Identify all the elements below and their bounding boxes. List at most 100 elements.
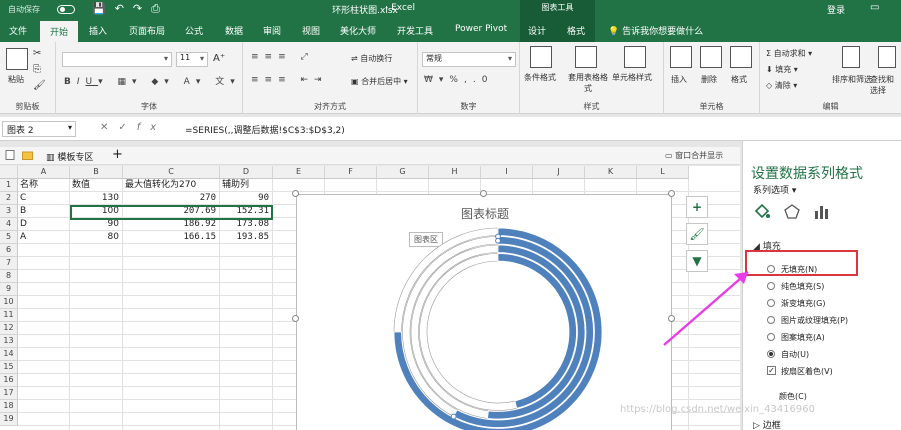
window-merge-button[interactable]: ▭ 窗口合并显示 bbox=[665, 150, 723, 161]
select-all-corner[interactable] bbox=[0, 166, 18, 179]
column-header-I[interactable]: I bbox=[481, 166, 533, 179]
table-cell[interactable]: 最大值转化为270 bbox=[125, 179, 218, 192]
fill-bucket-icon[interactable] bbox=[753, 203, 771, 221]
row-header-15[interactable]: 15 bbox=[0, 361, 18, 374]
name-box[interactable]: 图表 2 bbox=[2, 121, 76, 137]
radio-icon[interactable] bbox=[767, 282, 775, 290]
checkbox-icon[interactable]: ✓ bbox=[767, 366, 776, 375]
border-section-header[interactable]: ▷ 边框 bbox=[753, 418, 781, 430]
table-cell[interactable]: C bbox=[20, 192, 68, 205]
clear-button[interactable]: ◇ 清除 ▾ bbox=[766, 80, 797, 91]
radio-icon[interactable] bbox=[767, 299, 775, 307]
column-header-B[interactable]: B bbox=[70, 166, 123, 179]
number-format-buttons[interactable]: ₩▾%,.0 bbox=[424, 75, 493, 85]
row-header-9[interactable]: 9 bbox=[0, 283, 18, 296]
table-cell[interactable]: 80 bbox=[72, 231, 121, 244]
add-workbook-icon[interactable]: + bbox=[112, 147, 123, 162]
column-header-F[interactable]: F bbox=[325, 166, 377, 179]
copy-icon[interactable]: ⎘ bbox=[33, 64, 41, 75]
doughnut-plot[interactable] bbox=[297, 195, 673, 430]
open-folder-icon[interactable] bbox=[22, 150, 33, 160]
table-cell[interactable]: 名称 bbox=[20, 179, 68, 192]
row-header-2[interactable]: 2 bbox=[0, 192, 18, 205]
horizontal-align-buttons[interactable]: ≡≡≡ ⇤⇥ bbox=[251, 75, 328, 85]
radio-icon[interactable] bbox=[767, 333, 775, 341]
row-header-8[interactable]: 8 bbox=[0, 270, 18, 283]
wrap-text-button[interactable]: ⇌ 自动换行 bbox=[351, 53, 392, 64]
resize-handle-top[interactable] bbox=[480, 190, 487, 197]
row-header-12[interactable]: 12 bbox=[0, 322, 18, 335]
cell-styles-icon[interactable] bbox=[624, 46, 646, 68]
chart-styles-brush-icon[interactable]: 🖌 bbox=[686, 223, 708, 245]
radio-icon[interactable] bbox=[767, 316, 775, 324]
cut-icon[interactable]: ✂ bbox=[33, 48, 41, 59]
radio-icon[interactable] bbox=[767, 350, 775, 358]
vertical-align-buttons[interactable]: ≡≡≡ ⤢ bbox=[251, 52, 314, 62]
column-header-G[interactable]: G bbox=[377, 166, 429, 179]
merge-center-button[interactable]: ▣ 合并后居中 ▾ bbox=[351, 76, 408, 87]
row-header-4[interactable]: 4 bbox=[0, 218, 18, 231]
format-painter-icon[interactable]: 🖌 bbox=[33, 80, 46, 91]
table-cell[interactable]: 辅助列 bbox=[222, 179, 271, 192]
tab-power-pivot[interactable]: Power Pivot bbox=[455, 24, 507, 34]
pentagon-effects-icon[interactable] bbox=[783, 203, 801, 221]
tab-beautify[interactable]: 美化大师 bbox=[340, 24, 376, 37]
table-cell[interactable]: 90 bbox=[222, 192, 271, 205]
series-selection-handle[interactable] bbox=[450, 413, 457, 420]
quick-access-toolbar[interactable]: 💾↶↷⎙ bbox=[92, 2, 169, 16]
table-cell[interactable]: B bbox=[20, 205, 68, 218]
number-format-combo[interactable]: 常规 bbox=[422, 52, 516, 67]
chart-elements-button[interactable]: + bbox=[686, 196, 708, 218]
column-header-E[interactable]: E bbox=[273, 166, 325, 179]
formula-controls[interactable]: ✕✓fx bbox=[100, 122, 166, 133]
row-header-5[interactable]: 5 bbox=[0, 231, 18, 244]
row-header-1[interactable]: 1 bbox=[0, 179, 18, 192]
tab-design[interactable]: 设计 bbox=[528, 24, 546, 37]
column-header-A[interactable]: A bbox=[18, 166, 70, 179]
tab-home[interactable]: 开始 bbox=[40, 21, 79, 42]
conditional-format-icon[interactable] bbox=[530, 46, 552, 68]
row-header-17[interactable]: 17 bbox=[0, 387, 18, 400]
autosave-toggle[interactable] bbox=[57, 5, 75, 14]
new-file-icon[interactable] bbox=[5, 150, 16, 160]
resize-handle-right[interactable] bbox=[668, 315, 675, 322]
font-grow-icon[interactable]: A⁺ bbox=[213, 53, 225, 64]
series-options-dropdown[interactable]: 系列选项 ▾ bbox=[753, 183, 796, 196]
column-header-C[interactable]: C bbox=[123, 166, 220, 179]
row-header-14[interactable]: 14 bbox=[0, 348, 18, 361]
tab-developer[interactable]: 开发工具 bbox=[397, 24, 433, 37]
row-header-11[interactable]: 11 bbox=[0, 309, 18, 322]
row-header-3[interactable]: 3 bbox=[0, 205, 18, 218]
column-header-L[interactable]: L bbox=[637, 166, 689, 179]
font-style-buttons[interactable]: BIU▾ ▦▾ ◆▾ A▾ 文▾ bbox=[64, 74, 241, 87]
format-cells-icon[interactable] bbox=[730, 46, 752, 68]
column-header-H[interactable]: H bbox=[429, 166, 481, 179]
table-cell[interactable]: D bbox=[20, 218, 68, 231]
fill-button[interactable]: ⬇ 填充 ▾ bbox=[766, 64, 798, 75]
table-cell[interactable]: 数值 bbox=[72, 179, 121, 192]
delete-cells-button[interactable]: 删除 bbox=[701, 74, 717, 85]
table-format-button[interactable]: 套用表格格式 bbox=[566, 72, 610, 94]
tab-page-layout[interactable]: 页面布局 bbox=[129, 24, 165, 37]
row-header-19[interactable]: 19 bbox=[0, 413, 18, 426]
chart-filter-icon[interactable]: ▼ bbox=[686, 250, 708, 272]
sort-filter-icon[interactable] bbox=[842, 46, 860, 68]
find-select-button[interactable]: 查找和选择 bbox=[870, 74, 901, 96]
tab-data[interactable]: 数据 bbox=[225, 24, 243, 37]
table-cell[interactable]: 270 bbox=[125, 192, 218, 205]
paste-icon[interactable] bbox=[6, 48, 28, 70]
autosum-button[interactable]: Σ 自动求和 ▾ bbox=[766, 48, 812, 59]
ribbon-options-icon[interactable]: ▭ bbox=[870, 2, 879, 13]
column-header-J[interactable]: J bbox=[533, 166, 585, 179]
row-header-7[interactable]: 7 bbox=[0, 257, 18, 270]
table-cell[interactable]: 193.85 bbox=[222, 231, 271, 244]
tab-view[interactable]: 视图 bbox=[302, 24, 320, 37]
conditional-format-button[interactable]: 条件格式 bbox=[524, 72, 556, 83]
chart-area[interactable]: 图表标题 图表区 bbox=[296, 194, 672, 430]
font-size-combo[interactable]: 11 bbox=[176, 52, 208, 67]
resize-handle-top-right[interactable] bbox=[668, 190, 675, 197]
delete-cells-icon[interactable] bbox=[700, 46, 722, 68]
table-cell[interactable]: 166.15 bbox=[125, 231, 218, 244]
formula-input[interactable]: =SERIES(,,调整后数据!$C$3:$D$3,2) bbox=[185, 123, 345, 136]
series-selection-handle[interactable] bbox=[495, 237, 501, 244]
